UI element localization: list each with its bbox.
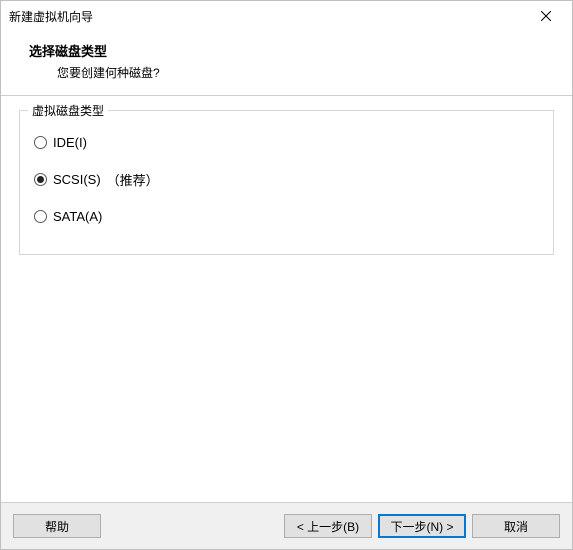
radio-label: SATA(A) [53, 209, 102, 224]
wizard-header: 选择磁盘类型 您要创建何种磁盘? [1, 31, 572, 96]
close-icon[interactable] [526, 2, 566, 30]
radio-selected-dot [37, 176, 44, 183]
group-legend: 虚拟磁盘类型 [28, 102, 108, 119]
radio-option-scsi[interactable]: SCSI(S) （推荐） [34, 170, 539, 189]
radio-label: SCSI(S) [53, 172, 101, 187]
window-title: 新建虚拟机向导 [9, 8, 93, 25]
page-title: 选择磁盘类型 [29, 41, 562, 60]
radio-icon [34, 210, 47, 223]
help-button[interactable]: 帮助 [13, 514, 101, 538]
radio-option-ide[interactable]: IDE(I) [34, 135, 539, 150]
titlebar: 新建虚拟机向导 [1, 1, 572, 31]
radio-option-sata[interactable]: SATA(A) [34, 209, 539, 224]
wizard-footer: 帮助 < 上一步(B) 下一步(N) > 取消 [1, 503, 572, 549]
page-subtitle: 您要创建何种磁盘? [29, 64, 562, 81]
next-button[interactable]: 下一步(N) > [378, 514, 466, 538]
back-button[interactable]: < 上一步(B) [284, 514, 372, 538]
radio-icon [34, 136, 47, 149]
wizard-body: 虚拟磁盘类型 IDE(I) SCSI(S) （推荐） SATA(A) [1, 96, 572, 503]
radio-label: IDE(I) [53, 135, 87, 150]
cancel-button[interactable]: 取消 [472, 514, 560, 538]
radio-icon [34, 173, 47, 186]
disk-type-group: 虚拟磁盘类型 IDE(I) SCSI(S) （推荐） SATA(A) [19, 110, 554, 255]
wizard-window: 新建虚拟机向导 选择磁盘类型 您要创建何种磁盘? 虚拟磁盘类型 IDE(I) [0, 0, 573, 550]
radio-hint: （推荐） [107, 170, 159, 189]
